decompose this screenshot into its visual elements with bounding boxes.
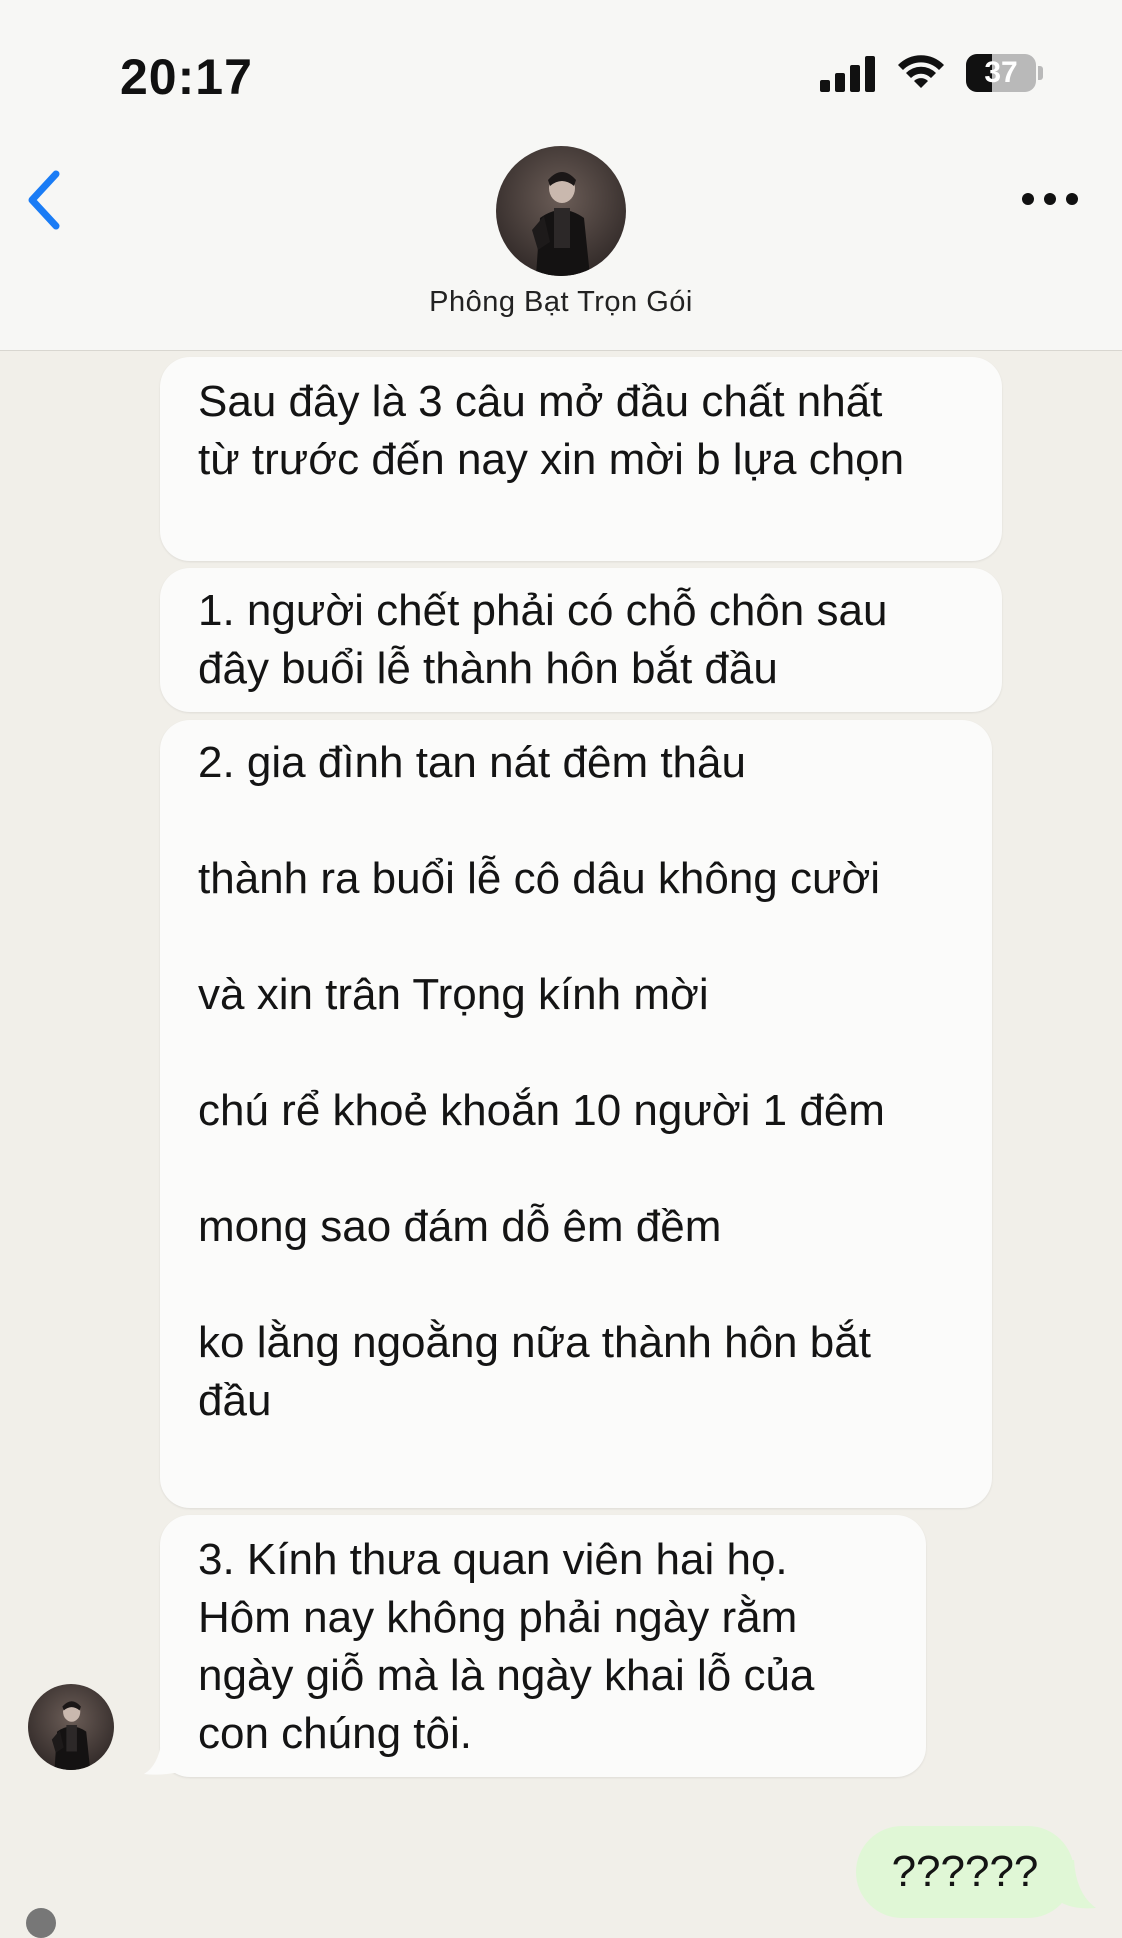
- message-bubble[interactable]: 3. Kính thưa quan viên hai họ. Hôm nay k…: [160, 1515, 926, 1777]
- battery-indicator: 37: [966, 54, 1043, 94]
- message-line: mong sao đám dỗ êm đềm: [198, 1202, 722, 1251]
- message-line: con chúng tôi.: [198, 1709, 472, 1758]
- message-line: 1. người chết phải có chỗ chôn sau: [198, 586, 888, 635]
- chevron-left-icon[interactable]: [22, 168, 66, 232]
- bubble-tail: [144, 1740, 180, 1775]
- scroll-indicator: [26, 1908, 56, 1938]
- chat-header: Phông Bạt Trọn Gói: [0, 140, 1122, 351]
- message-bubble[interactable]: 1. người chết phải có chỗ chôn sau đây b…: [160, 568, 1002, 712]
- message-bubble[interactable]: Sau đây là 3 câu mở đầu chất nhất từ trư…: [160, 357, 1002, 561]
- message-line: 3. Kính thưa quan viên hai họ.: [198, 1535, 788, 1584]
- message-line: ngày giỗ mà là ngày khai lỗ của: [198, 1651, 815, 1700]
- message-line: 2. gia đình tan nát đêm thâu: [198, 738, 746, 787]
- ellipsis-icon[interactable]: [1020, 188, 1080, 210]
- wifi-icon: [898, 55, 944, 88]
- sender-avatar[interactable]: [28, 1684, 114, 1770]
- sent-message-text: ??????: [891, 1847, 1039, 1896]
- message-line: chú rể khoẻ khoắn 10 người 1 đêm: [198, 1086, 885, 1135]
- message-line: thành ra buổi lễ cô dâu không cười: [198, 854, 881, 903]
- sent-message-bubble[interactable]: ??????: [856, 1826, 1074, 1918]
- message-line: đây buổi lễ thành hôn bắt đầu: [198, 644, 778, 693]
- status-bar: 20:17 37: [0, 0, 1122, 140]
- message-line: Sau đây là 3 câu mở đầu chất nhất: [198, 377, 883, 426]
- cellular-signal-icon: [820, 56, 875, 92]
- message-line: từ trước đến nay xin mời b lựa chọn: [198, 435, 905, 484]
- status-time: 20:17: [120, 49, 253, 105]
- message-bubble[interactable]: 2. gia đình tan nát đêm thâu thành ra bu…: [160, 720, 992, 1508]
- message-line: đầu: [198, 1376, 272, 1425]
- message-line: ko lằng ngoằng nữa thành hôn bắt: [198, 1318, 871, 1367]
- sent-bubble-tail: [1060, 1860, 1096, 1909]
- contact-avatar[interactable]: [496, 146, 626, 276]
- message-line: và xin trân Trọng kính mời: [198, 970, 709, 1019]
- avatar-photo-icon: [28, 1684, 114, 1770]
- avatar-photo-icon: [496, 146, 626, 276]
- battery-level: 37: [984, 56, 1018, 89]
- battery-cap: [1038, 66, 1043, 80]
- contact-name[interactable]: Phông Bạt Trọn Gói: [0, 286, 1122, 319]
- message-line: Hôm nay không phải ngày rằm: [198, 1593, 798, 1642]
